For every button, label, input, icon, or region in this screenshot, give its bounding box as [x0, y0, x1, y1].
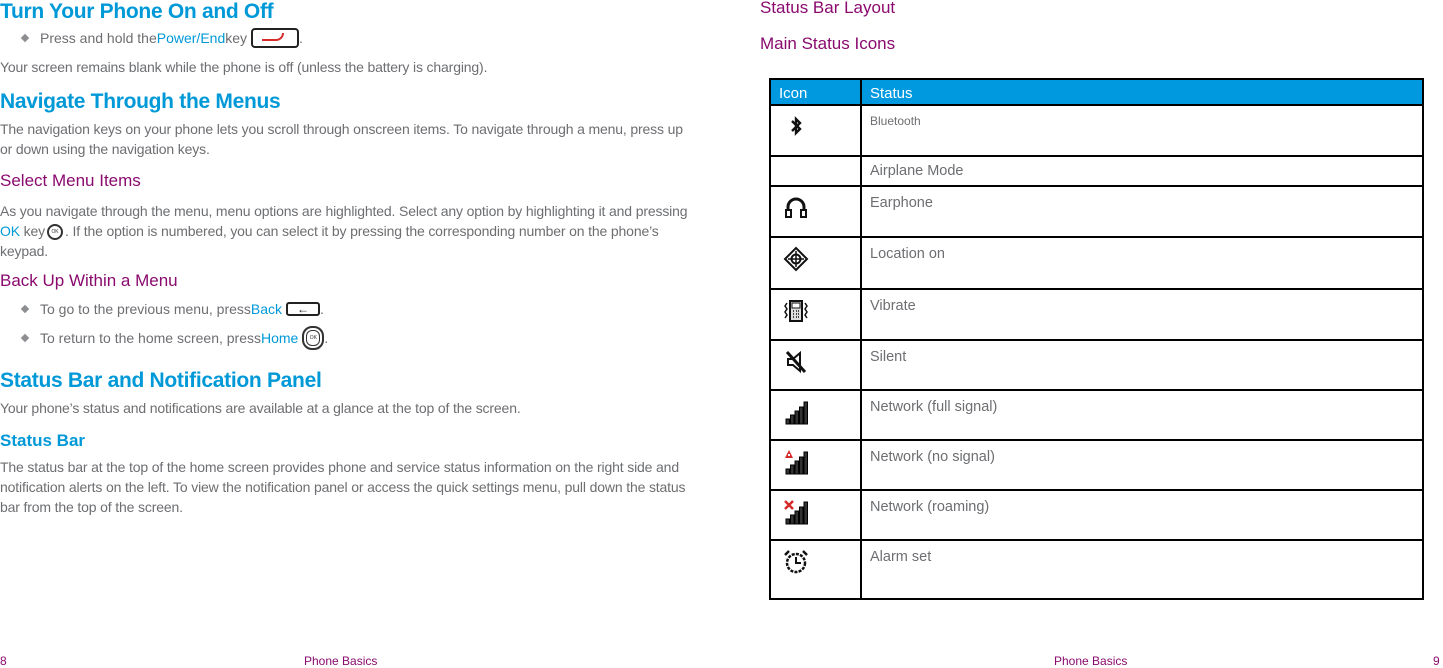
table-header-row: Icon Status	[769, 78, 1424, 106]
status-cell: Network (roaming)	[860, 489, 1424, 541]
right-page: Status Bar Layout Main Status Icons Icon…	[740, 0, 1443, 668]
bullet-text: Press and hold the	[40, 30, 157, 46]
bullet-back: To go to the previous menu, press Back ←…	[18, 301, 324, 317]
ok-key-icon: OK	[47, 224, 64, 241]
section-title-navigate-menus: Navigate Through the Menus	[0, 90, 281, 113]
status-cell: Airplane Mode	[860, 155, 1424, 187]
status-cell: Network (no signal)	[860, 439, 1424, 491]
paragraph-status-bar: The status bar at the top of the home sc…	[0, 459, 686, 515]
bullet-text: To return to the home screen, press	[40, 330, 261, 346]
subsection-title-status-bar: Status Bar	[0, 431, 86, 450]
bullet-text: To go to the previous menu, press	[40, 301, 251, 317]
status-cell: Bluetooth	[860, 104, 1424, 157]
table-row: Network (no signal)	[769, 439, 1424, 491]
paragraph-status-notifications: Your phone’s status and notifications ar…	[0, 400, 521, 416]
table-row: Network (full signal)	[769, 389, 1424, 441]
icon-cell	[769, 489, 862, 541]
column-header-status: Status	[860, 78, 1424, 106]
table-row: Airplane Mode	[769, 155, 1424, 187]
bullet-period: .	[324, 330, 329, 346]
icon-cell	[769, 236, 862, 290]
bullet-home: To return to the home screen, press Home…	[18, 326, 328, 350]
select-text-after: . If the option is numbered, you can sel…	[0, 223, 659, 259]
bullet-period: .	[320, 301, 324, 317]
bullet-power-end: Press and hold the Power/End key .	[18, 28, 303, 48]
paragraph-navigation-keys: The navigation keys on your phone lets y…	[0, 121, 683, 157]
icon-cell-empty	[769, 155, 862, 187]
status-cell: Network (full signal)	[860, 389, 1424, 441]
footer-section-right: Phone Basics	[1054, 654, 1128, 668]
left-page: Turn Your Phone On and Off Press and hol…	[0, 0, 700, 668]
alarm-icon	[784, 550, 808, 574]
table-row: Network (roaming)	[769, 489, 1424, 541]
subsection-title-back-up: Back Up Within a Menu	[0, 271, 178, 290]
location-icon	[783, 246, 809, 272]
ok-keyword: OK	[0, 223, 20, 239]
silent-icon	[785, 350, 807, 374]
page-number-left: 8	[0, 654, 7, 668]
subsection-title-select-menu-items: Select Menu Items	[0, 171, 141, 190]
table-row: Location on	[769, 236, 1424, 290]
icon-cell	[769, 339, 862, 391]
bullet-diamond-icon	[20, 333, 30, 343]
bluetooth-icon	[791, 116, 802, 136]
table-row: Vibrate	[769, 288, 1424, 341]
icon-cell	[769, 185, 862, 238]
status-cell: Vibrate	[860, 288, 1424, 341]
section-title-turn-on-off: Turn Your Phone On and Off	[0, 0, 274, 23]
select-text-key: key	[19, 223, 46, 239]
status-icons-table: Icon Status Bluetooth Airplane Mode Earp…	[769, 78, 1424, 600]
earphone-icon	[785, 197, 807, 218]
status-cell: Location on	[860, 236, 1424, 290]
bullet-text-key: key	[225, 30, 248, 46]
back-key-icon: ←	[286, 302, 321, 316]
status-cell: Silent	[860, 339, 1424, 391]
status-cell: Earphone	[860, 185, 1424, 238]
section-title-status-bar-notification: Status Bar and Notification Panel	[0, 369, 322, 392]
icon-cell	[769, 389, 862, 441]
bullet-period: .	[299, 30, 303, 46]
signal-full-icon	[785, 401, 808, 425]
paragraph-select-menu-items: As you navigate through the menu, menu o…	[0, 201, 690, 261]
column-header-icon: Icon	[769, 78, 862, 106]
icon-cell	[769, 439, 862, 491]
paragraph-screen-blank: Your screen remains blank while the phon…	[0, 59, 488, 75]
signal-none-icon	[785, 450, 808, 475]
icon-cell	[769, 104, 862, 157]
bullet-diamond-icon	[20, 304, 30, 314]
back-keyword: Back	[250, 301, 283, 317]
bullet-diamond-icon	[20, 33, 30, 43]
table-row: Silent	[769, 339, 1424, 391]
home-key-icon: OK	[302, 326, 325, 350]
table-row: Earphone	[769, 185, 1424, 238]
footer-section-left: Phone Basics	[304, 654, 378, 668]
heading-main-status-icons: Main Status Icons	[760, 34, 896, 53]
icon-cell	[769, 288, 862, 341]
home-keyword: Home	[261, 330, 299, 346]
status-cell: Alarm set	[860, 539, 1424, 600]
table-row: Alarm set	[769, 539, 1424, 600]
table-row: Bluetooth	[769, 104, 1424, 157]
select-text-before: As you navigate through the menu, menu o…	[0, 203, 688, 219]
signal-roaming-icon	[784, 500, 808, 525]
power-end-keyword: Power/End	[156, 30, 226, 46]
vibrate-icon	[784, 300, 808, 322]
power-end-key-icon	[251, 28, 300, 48]
heading-status-bar-layout: Status Bar Layout	[760, 0, 896, 17]
icon-cell	[769, 539, 862, 600]
page-number-right: 9	[1433, 654, 1440, 668]
